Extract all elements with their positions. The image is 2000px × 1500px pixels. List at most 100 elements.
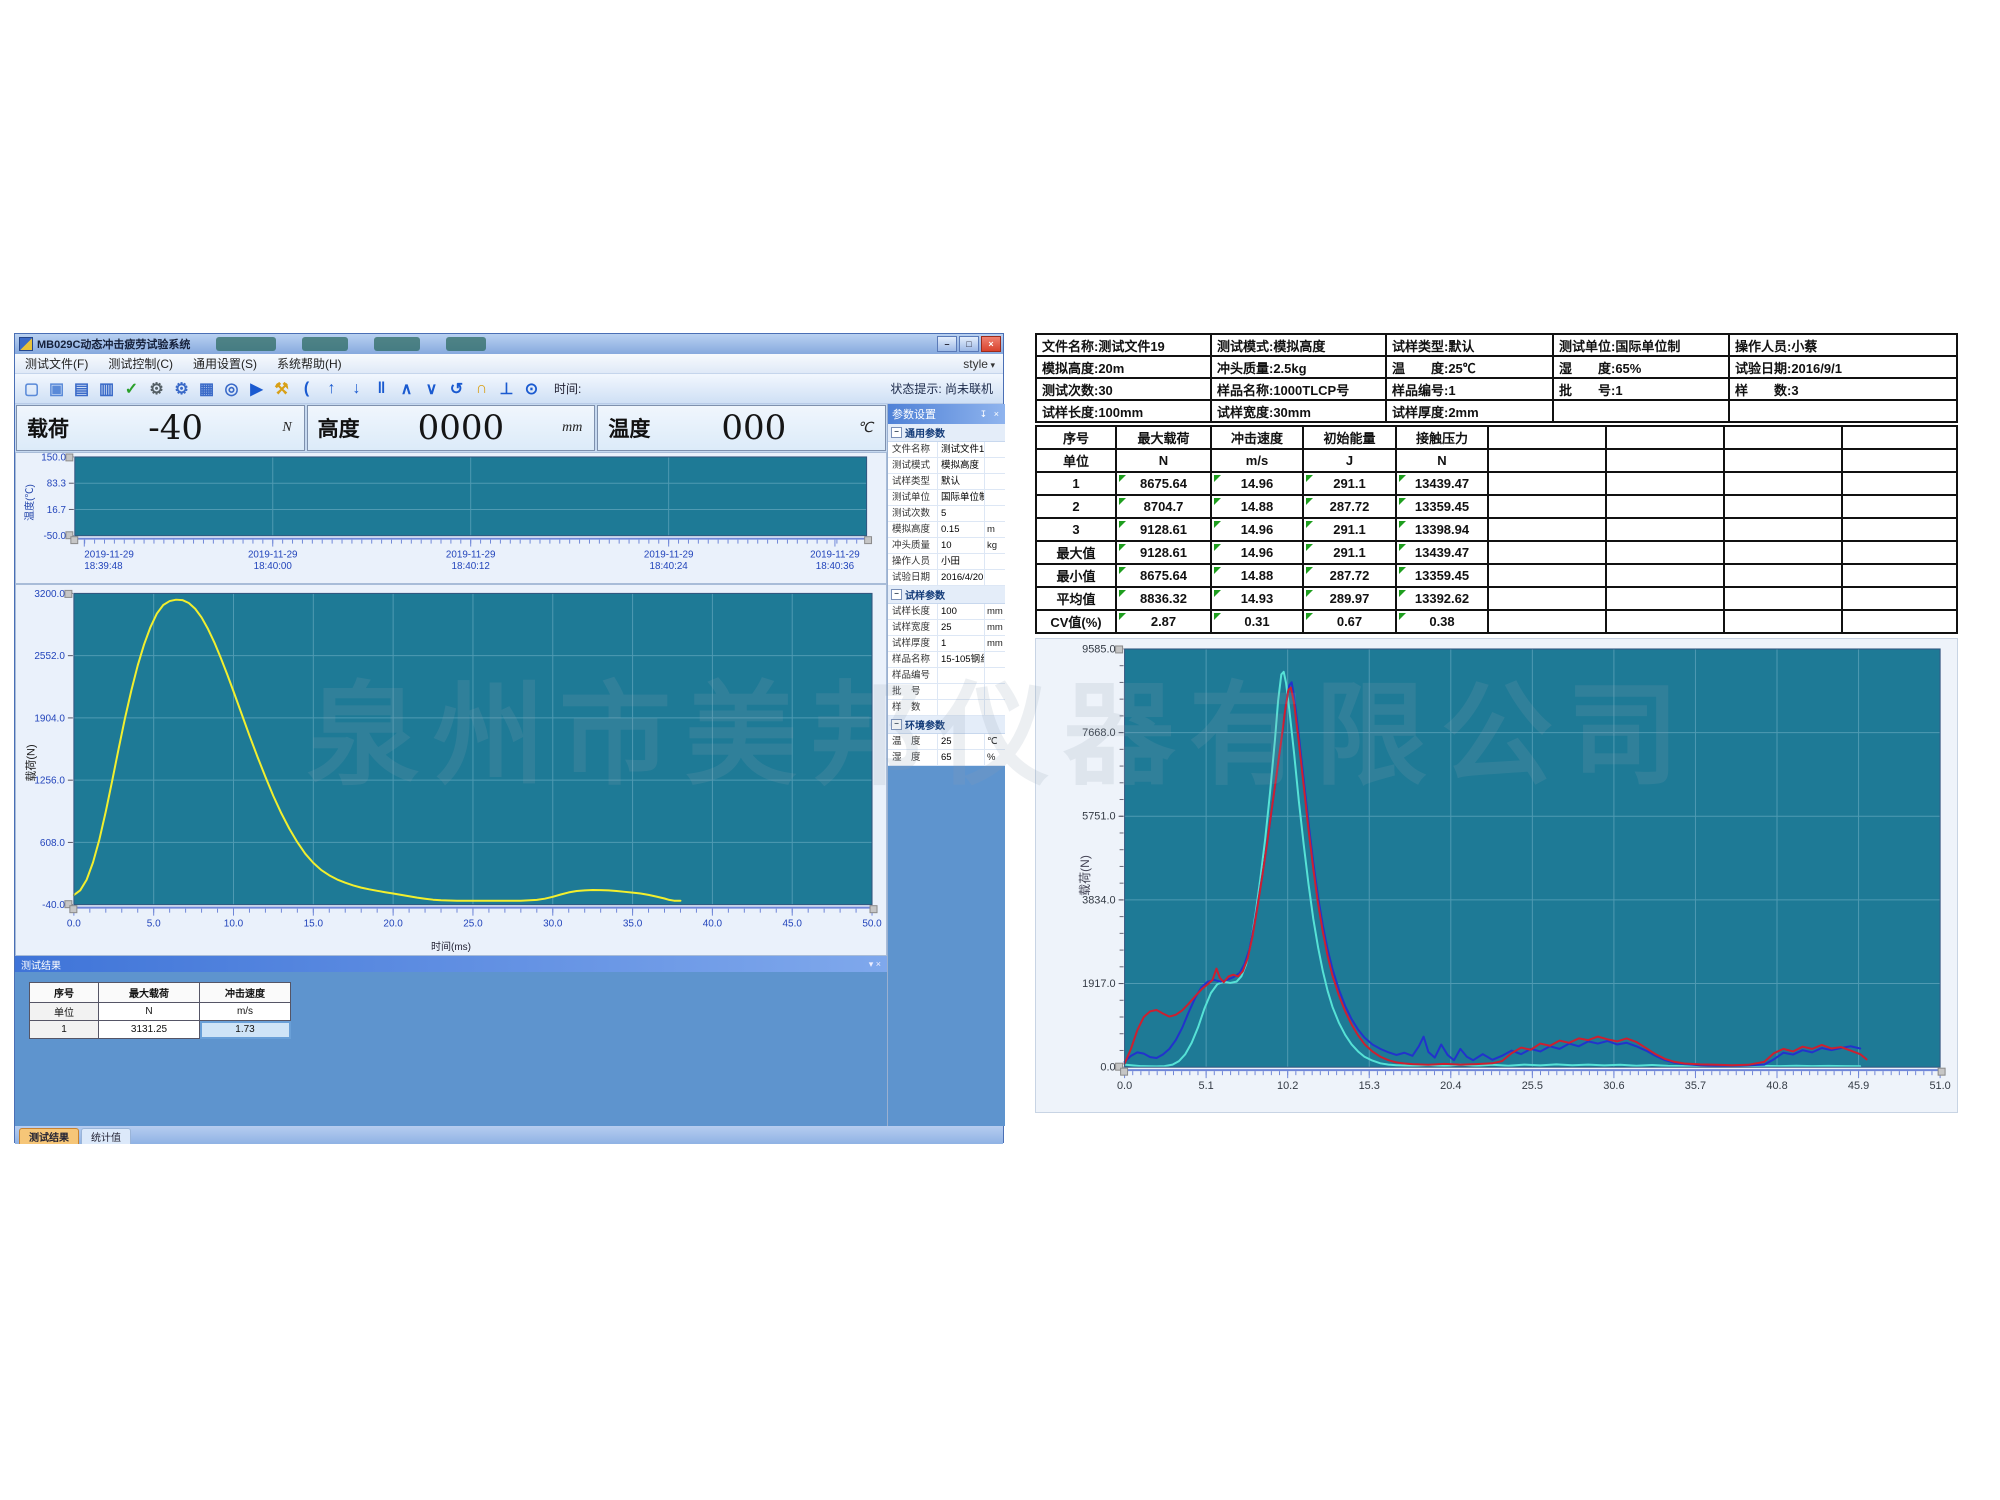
param-label: 试样厚度 — [888, 636, 938, 651]
start-test-icon[interactable]: ▶ — [244, 376, 269, 402]
collapse-icon[interactable]: − — [891, 589, 902, 600]
readout-unit: N — [282, 420, 291, 436]
time-label: 时间: — [554, 380, 581, 397]
down-chevron-icon[interactable]: ∨ — [419, 376, 444, 402]
tab-测试结果[interactable]: 测试结果 — [19, 1128, 79, 1144]
save-all-icon[interactable]: ▥ — [94, 376, 119, 402]
param-value-field[interactable] — [938, 668, 985, 683]
param-value-field[interactable]: 15-105钢丝带 — [938, 652, 985, 667]
minimize-button[interactable]: – — [937, 336, 957, 352]
param-value-field[interactable]: 65 — [938, 750, 985, 765]
pin-icon[interactable]: ↧ — [980, 409, 990, 419]
collapse-icon[interactable]: − — [891, 427, 902, 438]
drop-arrow-icon[interactable]: ↓ — [344, 376, 369, 402]
param-label: 样 数 — [888, 700, 938, 715]
param-value-field[interactable]: 10 — [938, 538, 985, 553]
y-axis-handle — [66, 454, 73, 461]
menu-item-测试文件(F)[interactable]: 测试文件(F) — [15, 355, 98, 372]
info-grid-cell: 批 号:1 — [1553, 378, 1729, 400]
report-cell — [1842, 449, 1957, 472]
hammer-icon[interactable]: ⚒ — [269, 376, 294, 402]
close-icon[interactable]: × — [994, 409, 1001, 419]
param-value-field[interactable] — [938, 684, 985, 699]
config-gear-icon[interactable]: ⚙ — [169, 376, 194, 402]
menu-items: 测试文件(F)测试控制(C)通用设置(S)系统帮助(H) — [15, 355, 352, 372]
menu-item-通用设置(S)[interactable]: 通用设置(S) — [183, 355, 267, 372]
report-cell: 13439.47 — [1396, 541, 1488, 564]
param-value-field[interactable]: 0.15 — [938, 522, 985, 537]
y-tick-label: 7668.0 — [1082, 727, 1115, 739]
panel-menu-icon[interactable]: ▾ — [869, 959, 874, 969]
param-group-环境参数[interactable]: −环境参数 — [888, 716, 1005, 734]
report-cell: 8675.64 — [1116, 564, 1211, 587]
y-tick-label: -40.0 — [42, 900, 65, 911]
param-label: 测试次数 — [888, 506, 938, 521]
style-dropdown[interactable]: style — [963, 357, 995, 371]
param-label: 样品名称 — [888, 652, 938, 667]
param-group-title: 环境参数 — [905, 717, 945, 732]
x-tick-line: 2019-11-29 — [84, 549, 134, 560]
info-grid-cell: 试样宽度:30mm — [1211, 400, 1386, 422]
open-file-icon[interactable]: ▣ — [44, 376, 69, 402]
collapse-icon[interactable]: − — [891, 719, 902, 730]
maximize-button[interactable]: □ — [959, 336, 979, 352]
param-value-field[interactable]: 25 — [938, 620, 985, 635]
report-cell — [1842, 610, 1957, 633]
param-unit: ℃ — [985, 734, 1005, 749]
param-unit: mm — [985, 620, 1005, 635]
up-chevron-icon[interactable]: ∧ — [394, 376, 419, 402]
x-tick-label: 30.0 — [543, 919, 563, 930]
param-value-field[interactable]: 100 — [938, 604, 985, 619]
param-group-通用参数[interactable]: −通用参数 — [888, 424, 1005, 442]
readout-value: 000 — [650, 408, 857, 448]
results-data-cell[interactable]: 1.73 — [200, 1021, 291, 1039]
param-value-field[interactable]: 模拟高度 — [938, 458, 985, 473]
reset-icon[interactable]: ↺ — [444, 376, 469, 402]
bottom-tabs: 测试结果统计值 — [15, 1126, 1003, 1144]
results-data-cell: 3131.25 — [99, 1021, 200, 1039]
param-value-field[interactable]: 5 — [938, 506, 985, 521]
press-icon[interactable]: ⊥ — [494, 376, 519, 402]
right-report-panel: 文件名称:测试文件19测试模式:模拟高度试样类型:默认测试单位:国际单位制操作人… — [1035, 333, 1958, 1115]
new-file-icon[interactable]: ▢ — [19, 376, 44, 402]
menu-item-系统帮助(H)[interactable]: 系统帮助(H) — [267, 355, 352, 372]
param-row: 样品编号 — [888, 668, 1005, 684]
param-value-field[interactable]: 2016/4/20 — [938, 570, 985, 585]
param-value-field[interactable]: 默认 — [938, 474, 985, 489]
param-value-field[interactable]: 测试文件1 — [938, 442, 985, 457]
param-value-field[interactable]: 25 — [938, 734, 985, 749]
param-value-field[interactable] — [938, 700, 985, 715]
param-value-field[interactable]: 1 — [938, 636, 985, 651]
info-grid-cell: 测试模式:模拟高度 — [1211, 334, 1386, 356]
window-titlebar: MB029C动态冲击疲劳试验系统 – □ × — [15, 334, 1003, 354]
pause-icon[interactable]: ‖ — [369, 376, 394, 402]
param-row: 试样长度100mm — [888, 604, 1005, 620]
close-button[interactable]: × — [981, 336, 1001, 352]
settings-gear-icon[interactable]: ⚙ — [144, 376, 169, 402]
x-tick-line: 2019-11-29 — [810, 549, 860, 560]
tab-统计值[interactable]: 统计值 — [81, 1128, 131, 1144]
sidebar-header-icons[interactable]: ↧ × — [980, 409, 1001, 420]
param-group-试样参数[interactable]: −试样参数 — [888, 586, 1005, 604]
report-cell: 最小值 — [1036, 564, 1116, 587]
lock-icon[interactable]: ∩ — [469, 376, 494, 402]
power-icon[interactable]: ⊙ — [519, 376, 544, 402]
menu-item-测试控制(C)[interactable]: 测试控制(C) — [98, 355, 183, 372]
titlebar-artifact — [302, 337, 348, 351]
param-value-field[interactable]: 国际单位制 — [938, 490, 985, 505]
titlebar-artifact — [216, 337, 276, 351]
y-tick-label: 1256.0 — [34, 776, 65, 787]
report-cell — [1606, 564, 1724, 587]
save-icon[interactable]: ▤ — [69, 376, 94, 402]
panel-close-icon[interactable]: × — [876, 959, 881, 969]
report-cell: 2 — [1036, 495, 1116, 518]
arc-icon[interactable]: ( — [294, 376, 319, 402]
info-grid-cell: 温 度:25℃ — [1386, 356, 1553, 378]
probe-icon[interactable]: ◎ — [219, 376, 244, 402]
raise-arrow-icon[interactable]: ↑ — [319, 376, 344, 402]
device-check-icon[interactable]: ✓ — [119, 376, 144, 402]
x-tick-label: 51.0 — [1929, 1080, 1950, 1092]
results-panel-buttons[interactable]: ▾ × — [869, 959, 881, 970]
data-grid-icon[interactable]: ▦ — [194, 376, 219, 402]
param-value-field[interactable]: 小田 — [938, 554, 985, 569]
